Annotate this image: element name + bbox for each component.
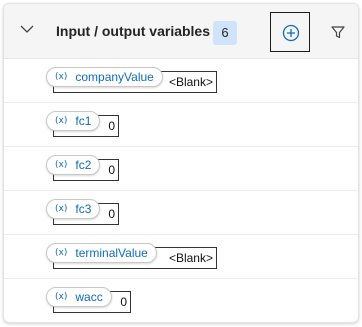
variable-row: 0 (x) fc2 bbox=[4, 147, 358, 191]
variable-icon: (x) bbox=[55, 72, 68, 82]
variable-row: <Blank> (x) terminalValue bbox=[4, 235, 358, 279]
variable-token[interactable]: (x) fc1 bbox=[46, 111, 101, 131]
variable-name: wacc bbox=[75, 290, 103, 304]
variable-name: fc1 bbox=[75, 114, 92, 128]
variable-name: fc3 bbox=[75, 202, 92, 216]
variable-count-badge: 6 bbox=[213, 21, 237, 45]
variable-row: 0 (x) fc3 bbox=[4, 191, 358, 235]
variable-value: 0 bbox=[108, 207, 115, 221]
variable-token[interactable]: (x) companyValue bbox=[46, 67, 163, 87]
variable-name: terminalValue bbox=[75, 246, 148, 260]
variable-value: 0 bbox=[108, 163, 115, 177]
variable-value: 0 bbox=[120, 295, 127, 309]
variable-icon: (x) bbox=[55, 248, 68, 258]
variable-token[interactable]: (x) wacc bbox=[46, 287, 112, 307]
filter-funnel-icon bbox=[331, 26, 345, 39]
variables-panel: Input / output variables 6 <Blank> (x) c… bbox=[3, 3, 359, 323]
variable-value: 0 bbox=[108, 119, 115, 133]
variable-value: <Blank> bbox=[168, 251, 213, 265]
variable-list: <Blank> (x) companyValue 0 (x) fc1 0 (x) bbox=[4, 59, 358, 322]
filter-button[interactable] bbox=[318, 12, 358, 52]
panel-title: Input / output variables bbox=[56, 23, 211, 39]
add-variable-button[interactable] bbox=[270, 12, 310, 52]
variable-icon: (x) bbox=[55, 292, 68, 302]
chevron-down-icon[interactable] bbox=[20, 24, 34, 34]
variable-name: fc2 bbox=[75, 158, 92, 172]
variable-icon: (x) bbox=[55, 160, 68, 170]
variable-token[interactable]: (x) fc2 bbox=[46, 155, 101, 175]
variable-icon: (x) bbox=[55, 204, 68, 214]
variable-row: 0 (x) wacc bbox=[4, 279, 358, 322]
variable-name: companyValue bbox=[75, 70, 154, 84]
variable-row: <Blank> (x) companyValue bbox=[4, 59, 358, 103]
variable-token[interactable]: (x) terminalValue bbox=[46, 243, 157, 263]
variable-value: <Blank> bbox=[168, 75, 213, 89]
variable-row: 0 (x) fc1 bbox=[4, 103, 358, 147]
circle-plus-icon bbox=[282, 24, 300, 42]
variable-token[interactable]: (x) fc3 bbox=[46, 199, 101, 219]
panel-header: Input / output variables 6 bbox=[4, 4, 358, 59]
variable-icon: (x) bbox=[55, 116, 68, 126]
